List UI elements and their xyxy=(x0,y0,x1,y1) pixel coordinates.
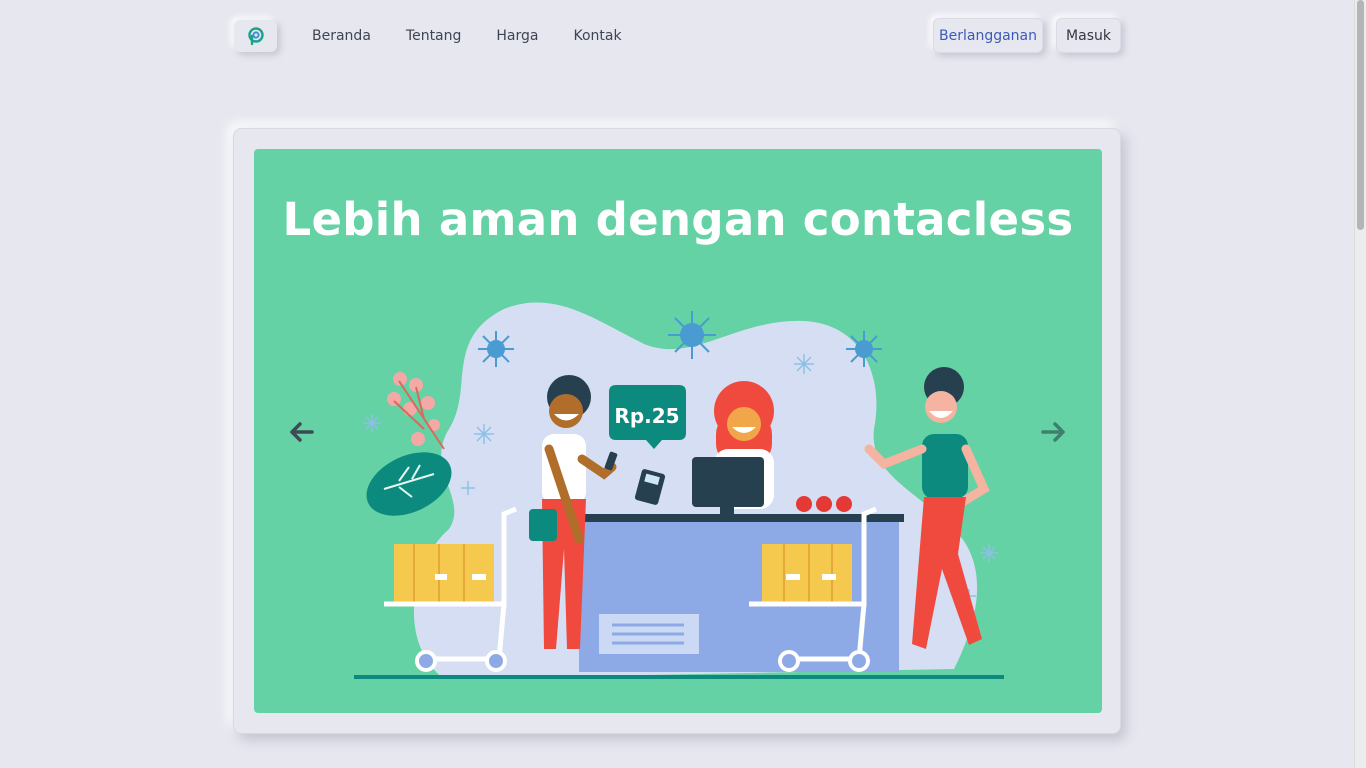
nav-kontak[interactable]: Kontak xyxy=(574,28,622,44)
slide-title: Lebih aman dengan contacless xyxy=(282,193,1074,246)
carousel-card: Lebih aman dengan contacless Rp.25 xyxy=(233,128,1121,734)
carousel-slide: Lebih aman dengan contacless Rp.25 xyxy=(254,149,1102,713)
arrow-right-icon xyxy=(1041,422,1065,442)
p-logo-icon xyxy=(247,27,264,46)
nav-beranda[interactable]: Beranda xyxy=(312,28,371,44)
login-button[interactable]: Masuk xyxy=(1056,18,1121,53)
subscribe-button[interactable]: Berlangganan xyxy=(933,18,1043,53)
carousel-next-button[interactable] xyxy=(1039,417,1069,447)
price-bubble-text: Rp.25 xyxy=(614,404,679,428)
carousel-prev-button[interactable] xyxy=(286,417,316,447)
scrollbar-thumb[interactable] xyxy=(1357,0,1364,230)
contactless-checkout-illustration: Rp.25 xyxy=(354,302,1004,679)
logo-button[interactable] xyxy=(234,20,277,52)
page-scrollbar[interactable] xyxy=(1354,0,1366,768)
arrow-left-icon xyxy=(290,422,314,442)
top-navbar: Beranda Tentang Harga Kontak Berlanggana… xyxy=(234,18,1121,54)
main-nav: Beranda Tentang Harga Kontak xyxy=(312,18,657,54)
nav-harga[interactable]: Harga xyxy=(496,28,538,44)
nav-tentang[interactable]: Tentang xyxy=(406,28,462,44)
